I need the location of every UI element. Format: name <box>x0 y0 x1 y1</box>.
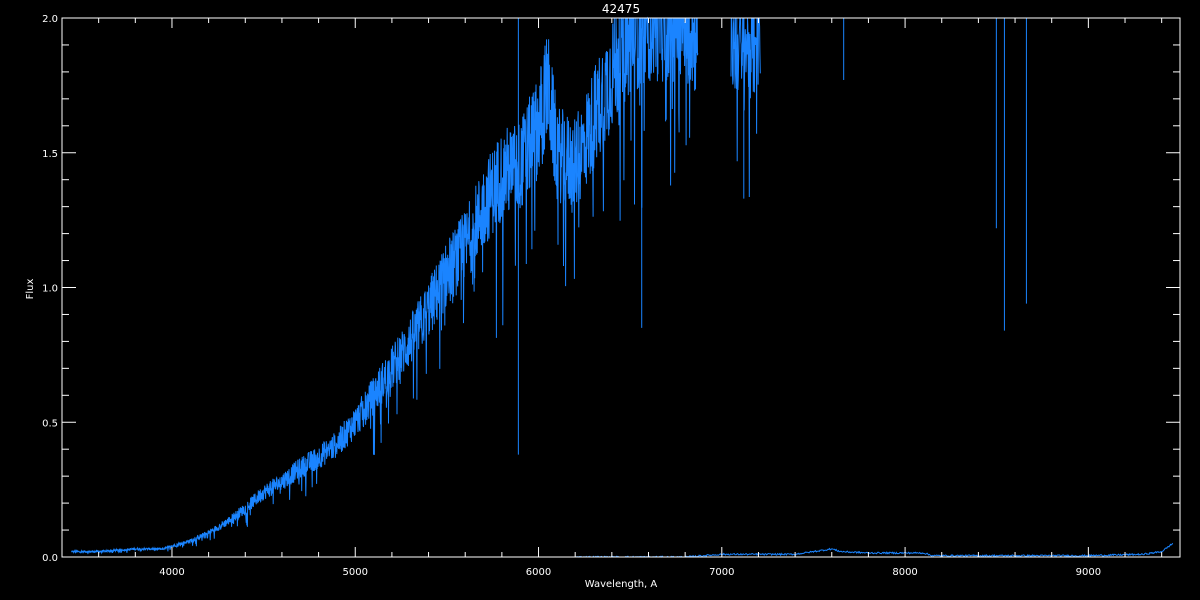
y-tick-label: 0.5 <box>42 418 58 429</box>
y-tick-label: 1.5 <box>42 149 58 160</box>
x-tick-label: 5000 <box>343 567 368 578</box>
chart-svg: 4000 5000 6000 7000 8000 9000 0.0 0.5 1.0 1.5 2.0… <box>25 2 1181 590</box>
x-tick-label: 4000 <box>159 567 184 578</box>
x-tick-label: 8000 <box>892 567 917 578</box>
y-tick-label: 2.0 <box>42 14 58 25</box>
chart-title: 42475 <box>602 2 640 16</box>
plot-area <box>62 18 1180 557</box>
spectrum-chart: 4000 5000 6000 7000 8000 9000 0.0 0.5 1.0 1.5 2.0… <box>0 0 1200 600</box>
y-axis-title: Flux <box>25 279 36 300</box>
x-tick-label: 6000 <box>526 567 551 578</box>
y-tick-label: 0.0 <box>42 553 58 564</box>
x-tick-label: 9000 <box>1076 567 1101 578</box>
y-tick-label: 1.0 <box>42 284 58 295</box>
x-tick-label: 7000 <box>709 567 734 578</box>
x-axis-title: Wavelength, A <box>585 579 658 590</box>
